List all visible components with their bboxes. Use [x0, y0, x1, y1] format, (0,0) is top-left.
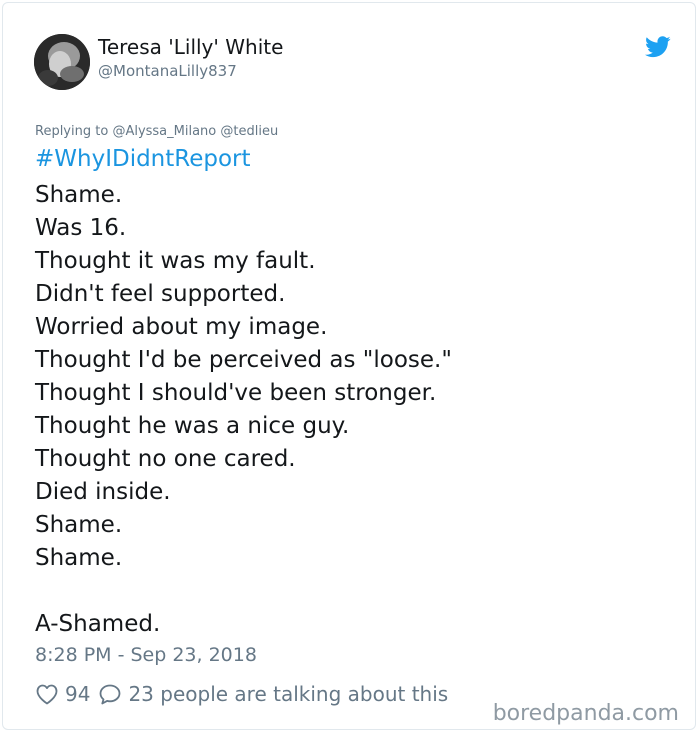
tweet-actions: 94 23 people are talking about this: [35, 679, 448, 709]
comment-icon: [98, 683, 122, 705]
tweet-line: Shame.: [35, 182, 123, 208]
reply-button[interactable]: 23 people are talking about this: [98, 682, 448, 706]
tweet-line: Shame.: [35, 545, 123, 571]
tweet-line: A-Shamed.: [35, 611, 161, 637]
replying-prefix: Replying to: [35, 124, 109, 139]
mention-tedlieu[interactable]: @tedlieu: [220, 124, 278, 139]
like-button[interactable]: 94: [35, 682, 90, 706]
avatar[interactable]: [34, 34, 90, 90]
tweet-line: Thought I should've been stronger.: [35, 380, 437, 406]
timestamp[interactable]: 8:28 PM - Sep 23, 2018: [35, 644, 257, 666]
tweet-card: Teresa 'Lilly' White @MontanaLilly837 Re…: [2, 2, 696, 730]
watermark: boredpanda.com: [492, 701, 679, 726]
tweet-line: Thought he was a nice guy.: [35, 413, 350, 439]
replying-to: Replying to @Alyssa_Milano @tedlieu: [35, 124, 278, 139]
tweet-line: [35, 575, 452, 608]
tweet-text: Shame. Was 16. Thought it was my fault. …: [35, 179, 452, 641]
twitter-bird-icon[interactable]: [645, 36, 671, 58]
tweet-line: Thought no one cared.: [35, 446, 296, 472]
tweet-line: Thought it was my fault.: [35, 248, 316, 274]
tweet-line: Didn't feel supported.: [35, 281, 286, 307]
author-handle[interactable]: @MontanaLilly837: [98, 62, 237, 80]
like-count: 94: [65, 682, 91, 706]
author-name[interactable]: Teresa 'Lilly' White: [98, 35, 283, 59]
heart-icon: [35, 683, 59, 705]
tweet-line: Was 16.: [35, 215, 127, 241]
tweet-line: Shame.: [35, 512, 123, 538]
reply-count: 23 people are talking about this: [128, 682, 449, 706]
tweet-line: Worried about my image.: [35, 314, 328, 340]
hashtag-link[interactable]: #WhyIDidntReport: [35, 146, 251, 172]
mention-alyssa-milano[interactable]: @Alyssa_Milano: [112, 124, 216, 139]
tweet-line: Died inside.: [35, 479, 171, 505]
tweet-line: Thought I'd be perceived as "loose.": [35, 347, 452, 373]
